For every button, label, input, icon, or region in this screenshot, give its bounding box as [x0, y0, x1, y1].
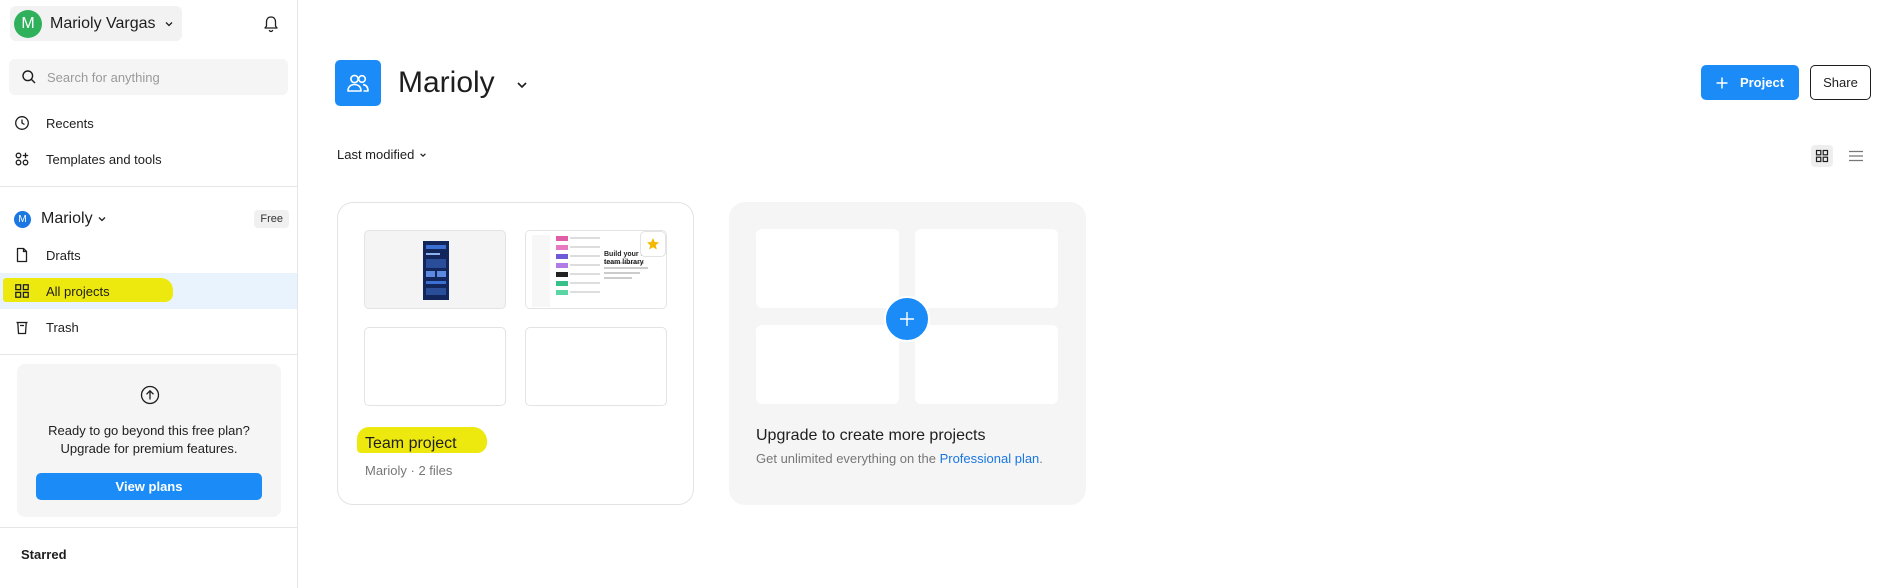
chevron-down-icon	[165, 21, 172, 26]
starred-heading: Starred	[21, 547, 67, 562]
upgrade-line-2: Upgrade for premium features.	[60, 441, 238, 456]
sidebar-item-recents[interactable]: Recents	[0, 105, 297, 141]
sidebar-divider	[0, 354, 297, 355]
view-plans-button[interactable]: View plans	[36, 473, 262, 500]
sidebar-item-drafts[interactable]: Drafts	[0, 237, 297, 273]
upgrade-line-1: Ready to go beyond this free plan?	[48, 423, 250, 438]
upgrade-subtitle-prefix: Get unlimited everything on the	[756, 451, 940, 466]
thumbnail-caption-line: team library	[604, 259, 644, 266]
placeholder-tile	[756, 229, 899, 308]
upgrade-projects-title: Upgrade to create more projects	[756, 427, 986, 444]
starred-badge	[640, 231, 666, 257]
sort-label: Last modified	[337, 147, 415, 162]
new-project-label: Project	[1739, 75, 1785, 90]
account-avatar: M	[14, 9, 42, 38]
bell-icon[interactable]	[261, 14, 281, 34]
upgrade-projects-card[interactable]: Upgrade to create more projects Get unli…	[729, 202, 1086, 505]
upgrade-plan-text: Ready to go beyond this free plan? Upgra…	[17, 422, 281, 458]
clock-icon	[15, 116, 29, 130]
upgrade-subtitle-suffix: .	[1039, 451, 1043, 466]
sidebar-item-label: Drafts	[46, 247, 81, 263]
sidebar-divider	[0, 527, 297, 528]
chevron-down-icon	[98, 217, 106, 222]
star-icon	[647, 238, 659, 250]
file-thumbnail[interactable]: Build your own team library	[525, 230, 667, 309]
search-box[interactable]	[9, 59, 288, 95]
sidebar-item-all-projects[interactable]: All projects	[0, 273, 297, 309]
plus-icon	[1716, 77, 1728, 88]
sidebar: M Marioly Vargas Recents Templates and t…	[0, 0, 298, 588]
placeholder-tile	[756, 325, 899, 404]
search-icon	[22, 70, 36, 84]
new-project-button[interactable]: Project	[1701, 65, 1799, 100]
sidebar-item-label: All projects	[46, 283, 110, 299]
file-thumbnail[interactable]	[364, 230, 506, 309]
sidebar-item-templates[interactable]: Templates and tools	[0, 141, 297, 177]
sidebar-item-label: Recents	[46, 115, 94, 131]
people-icon	[347, 74, 369, 92]
create-project-plus-button[interactable]	[884, 296, 930, 342]
arrow-up-circle-icon	[140, 385, 160, 405]
upgrade-plan-card: Ready to go beyond this free plan? Upgra…	[17, 364, 281, 517]
grid-icon	[15, 284, 29, 298]
professional-plan-link[interactable]: Professional plan	[940, 451, 1040, 466]
placeholder-tile	[915, 325, 1058, 404]
grid-view-icon	[1815, 149, 1829, 163]
project-meta: Marioly · 2 files	[365, 463, 453, 478]
empty-thumbnail-slot	[525, 327, 667, 406]
project-title: Team project	[365, 435, 457, 452]
list-view-toggle[interactable]	[1845, 145, 1867, 167]
team-name-text: Marioly	[41, 210, 93, 227]
team-icon-tile	[335, 60, 381, 106]
file-icon	[16, 247, 28, 263]
search-input[interactable]	[47, 69, 277, 85]
account-name: Marioly Vargas	[50, 14, 156, 32]
chevron-down-icon	[420, 152, 427, 157]
chevron-down-icon[interactable]	[515, 78, 529, 92]
sidebar-item-label: Trash	[46, 319, 79, 335]
sidebar-item-trash[interactable]: Trash	[0, 309, 297, 345]
grid-view-toggle[interactable]	[1811, 145, 1833, 167]
sort-dropdown[interactable]: Last modified	[337, 147, 427, 162]
plus-icon	[900, 312, 914, 326]
list-view-icon	[1849, 150, 1863, 162]
sidebar-divider	[0, 186, 297, 187]
sidebar-item-label: Templates and tools	[46, 151, 162, 167]
share-button[interactable]: Share	[1810, 65, 1871, 100]
project-card-team-project[interactable]: Build your own team library Team project…	[337, 202, 694, 505]
trash-icon	[16, 321, 28, 335]
account-switcher[interactable]: M Marioly Vargas	[10, 6, 182, 41]
upgrade-projects-subtitle: Get unlimited everything on the Professi…	[756, 451, 1043, 466]
thumbnail-preview	[423, 241, 449, 300]
team-avatar: M	[14, 210, 31, 228]
empty-thumbnail-slot	[364, 327, 506, 406]
placeholder-tile	[915, 229, 1058, 308]
page-title: Marioly	[398, 66, 495, 99]
templates-icon	[15, 152, 29, 166]
team-name[interactable]: Marioly	[41, 210, 107, 228]
team-switcher[interactable]: M Marioly Free	[14, 206, 289, 232]
plan-badge: Free	[254, 210, 289, 228]
